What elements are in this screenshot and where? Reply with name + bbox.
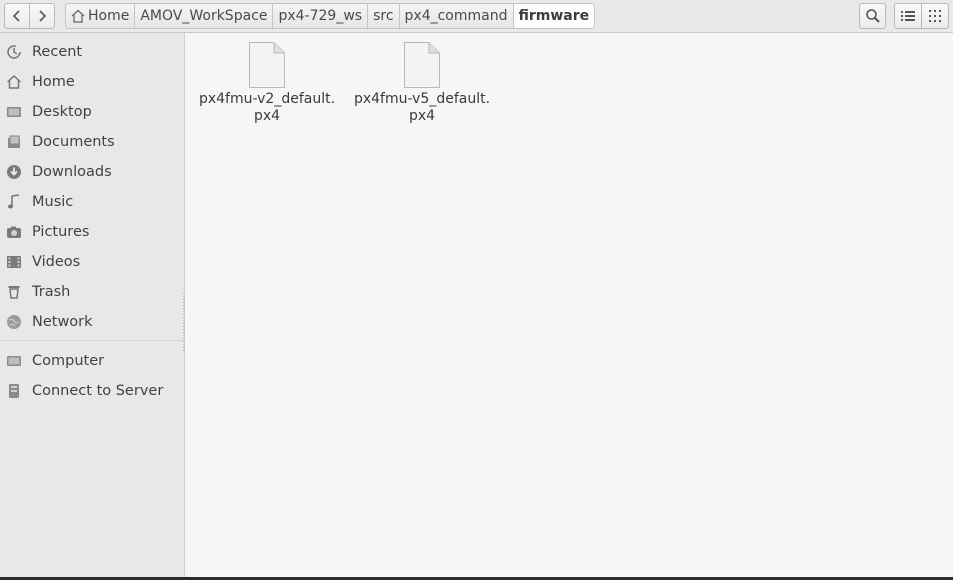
sidebar-item-network[interactable]: Network [0,309,184,335]
sidebar-item-pictures[interactable]: Pictures [0,219,184,245]
breadcrumb-label: src [373,8,394,24]
home-icon [70,8,86,24]
breadcrumb-src[interactable]: src [368,3,400,29]
breadcrumb-firmware[interactable]: firmware [513,3,596,29]
list-view-icon [901,11,915,21]
header-bar: Home AMOV_WorkSpace px4-729_ws src px4_c… [0,0,953,33]
music-icon [6,194,22,210]
sidebar-item-recent[interactable]: Recent [0,39,184,65]
downloads-icon [6,164,22,180]
sidebar: Recent Home Desktop Documents Downloads … [0,33,185,580]
file-name: px4fmu-v5_default. px4 [352,91,492,125]
breadcrumb: Home AMOV_WorkSpace px4-729_ws src px4_c… [65,3,596,29]
file-item[interactable]: px4fmu-v5_default. px4 [352,41,492,125]
sidebar-item-documents[interactable]: Documents [0,129,184,155]
chevron-right-icon [39,10,47,22]
breadcrumb-label: px4_command [404,8,508,24]
back-button[interactable] [4,3,30,29]
sidebar-item-desktop[interactable]: Desktop [0,99,184,125]
sidebar-item-computer[interactable]: Computer [0,348,184,374]
sidebar-item-label: Network [32,314,93,330]
pictures-icon [6,224,22,240]
sidebar-item-label: Documents [32,134,115,150]
list-view-button[interactable] [894,3,922,29]
grid-view-button[interactable] [921,3,949,29]
search-icon [865,9,880,23]
breadcrumb-amov-workspace[interactable]: AMOV_WorkSpace [135,3,274,29]
sidebar-item-videos[interactable]: Videos [0,249,184,275]
chevron-left-icon [12,10,20,22]
sidebar-item-label: Music [32,194,74,210]
forward-button[interactable] [29,3,55,29]
sidebar-item-label: Videos [32,254,81,270]
file-name: px4fmu-v2_default. px4 [197,91,337,125]
file-item[interactable]: px4fmu-v2_default. px4 [197,41,337,125]
desktop-icon [6,104,22,120]
network-icon [6,314,22,330]
file-name-line: px4fmu-v5_default. [353,91,491,107]
sidebar-item-trash[interactable]: Trash [0,279,184,305]
breadcrumb-label: AMOV_WorkSpace [140,8,268,24]
breadcrumb-home[interactable]: Home [65,3,136,29]
server-icon [6,383,22,399]
file-icon [249,42,285,88]
sidebar-item-connect-to-server[interactable]: Connect to Server [0,378,184,404]
trash-icon [6,284,22,300]
videos-icon [6,254,22,270]
file-icon [404,42,440,88]
breadcrumb-px4-command[interactable]: px4_command [399,3,514,29]
sidebar-item-home[interactable]: Home [0,69,184,95]
breadcrumb-label: firmware [518,8,590,24]
sidebar-separator [0,340,184,341]
sidebar-item-label: Trash [32,284,71,300]
grid-view-icon [929,10,941,22]
breadcrumb-label: Home [88,8,130,24]
sidebar-item-label: Connect to Server [32,383,164,399]
file-name-line: px4 [253,108,281,124]
breadcrumb-label: px4-729_ws [278,8,363,24]
sidebar-item-label: Pictures [32,224,90,240]
file-view: px4fmu-v2_default. px4 px4fmu-v5_default… [185,33,953,580]
file-name-line: px4fmu-v2_default. [198,91,336,107]
sidebar-item-downloads[interactable]: Downloads [0,159,184,185]
home-icon [6,74,22,90]
sidebar-item-label: Home [32,74,75,90]
file-name-line: px4 [408,108,436,124]
documents-icon [6,134,22,150]
sidebar-item-label: Computer [32,353,105,369]
computer-icon [6,353,22,369]
search-button[interactable] [859,3,886,29]
sidebar-item-label: Desktop [32,104,92,120]
sidebar-item-label: Recent [32,44,83,60]
breadcrumb-px4-ws[interactable]: px4-729_ws [273,3,369,29]
recent-icon [6,44,22,60]
sidebar-item-label: Downloads [32,164,112,180]
sidebar-item-music[interactable]: Music [0,189,184,215]
